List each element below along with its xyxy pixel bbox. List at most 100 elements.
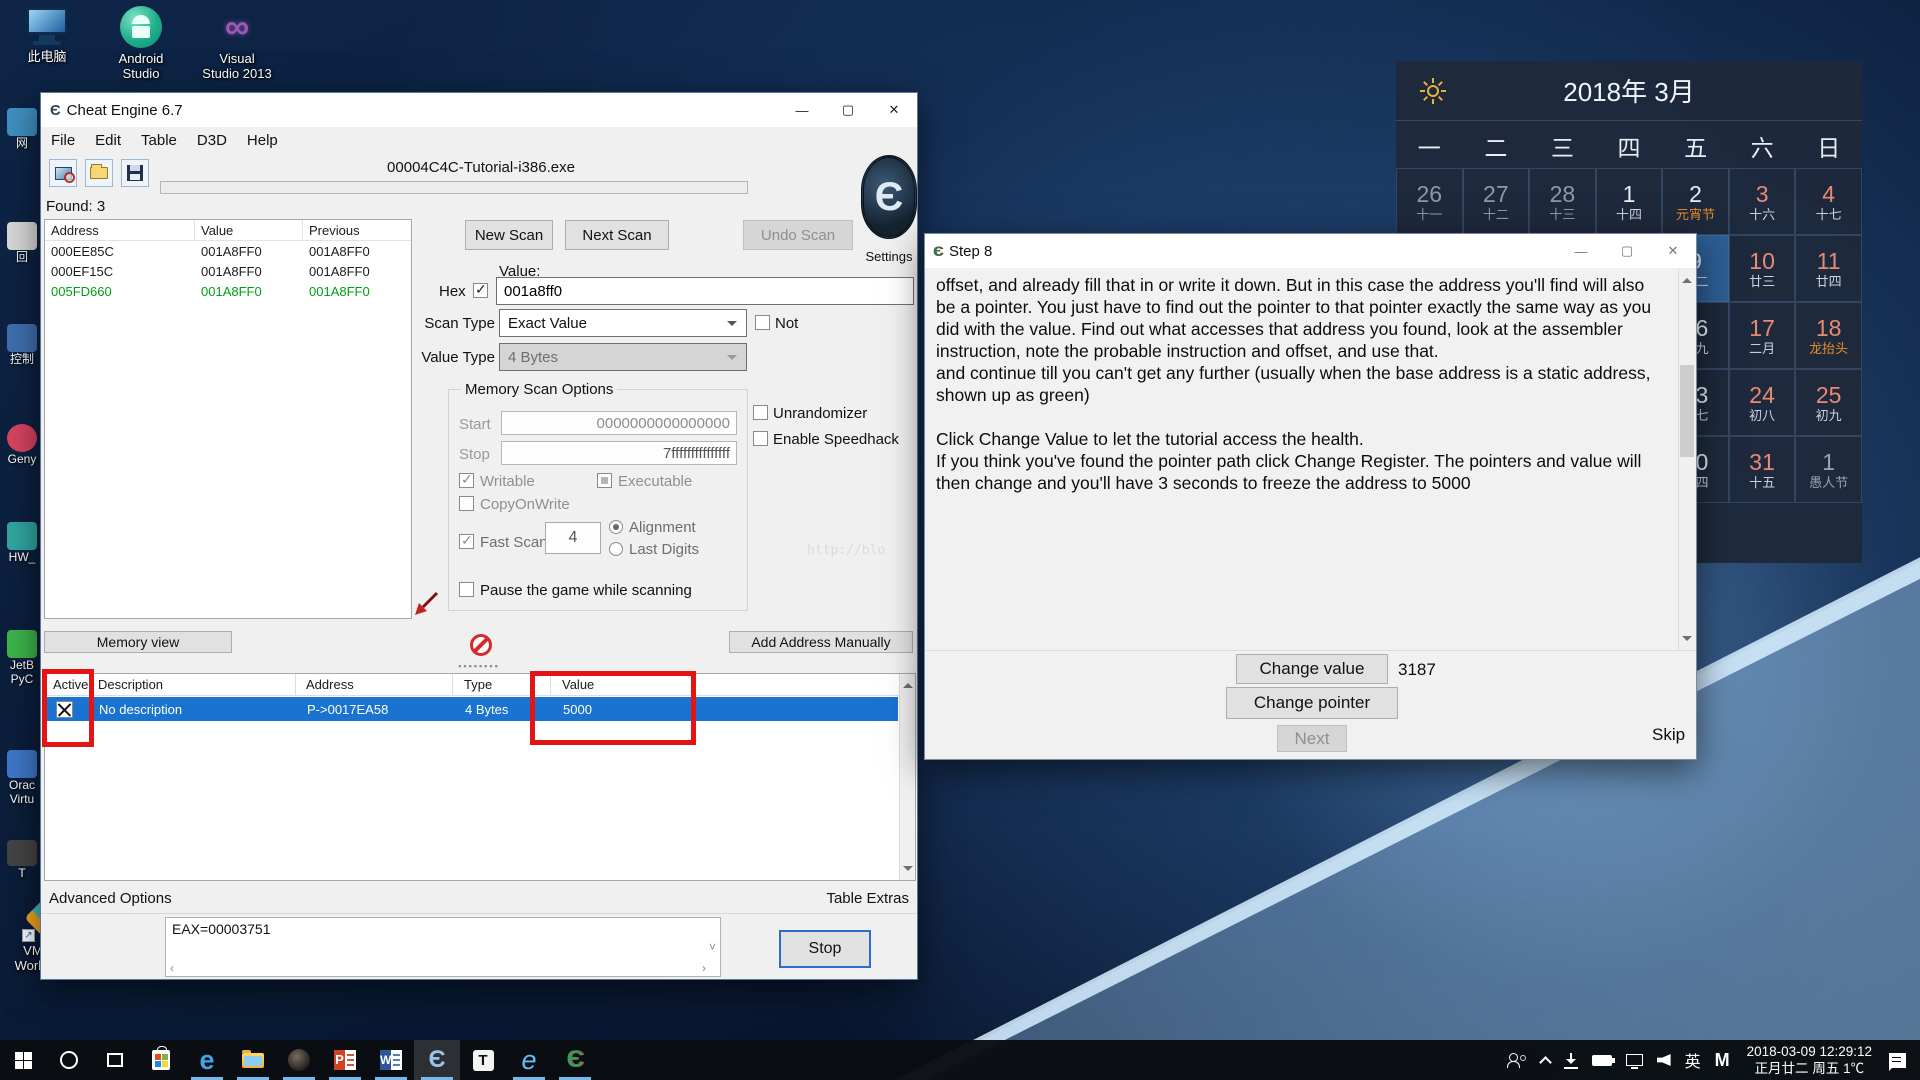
- fast-scan-alignment-input[interactable]: 4: [545, 522, 601, 554]
- scroll-right-icon[interactable]: ›: [702, 961, 706, 975]
- scan-type-dropdown[interactable]: Exact Value: [499, 309, 747, 337]
- maximize-button[interactable]: ▢: [1604, 234, 1650, 268]
- desktop-icon-network[interactable]: 网: [2, 108, 42, 150]
- writable-checkbox[interactable]: [459, 473, 474, 488]
- save-table-button[interactable]: [121, 159, 149, 187]
- taskbar-file-explorer[interactable]: [230, 1040, 276, 1080]
- calendar-cell[interactable]: 3十六: [1729, 168, 1796, 235]
- found-address-list[interactable]: Address Value Previous 000EE85C 001A8FF0…: [44, 219, 412, 619]
- add-address-manually-button[interactable]: Add Address Manually: [729, 631, 913, 653]
- calendar-cell[interactable]: 27十二: [1463, 168, 1530, 235]
- menu-edit[interactable]: Edit: [85, 129, 131, 152]
- cheat-table-scrollbar[interactable]: [899, 674, 915, 880]
- scroll-down-icon[interactable]: ˅: [709, 940, 716, 954]
- found-row[interactable]: 000EF15C 001A8FF0 001A8FF0: [45, 261, 411, 281]
- taskbar-word[interactable]: W: [368, 1040, 414, 1080]
- calendar-cell[interactable]: 2元宵节: [1662, 168, 1729, 235]
- scroll-up-icon[interactable]: [903, 678, 913, 688]
- taskbar-ce-tutorial[interactable]: Є: [552, 1040, 598, 1080]
- calendar-cell[interactable]: 17二月: [1729, 302, 1796, 369]
- value-type-dropdown[interactable]: 4 Bytes: [499, 343, 747, 371]
- not-checkbox[interactable]: [755, 315, 770, 330]
- minimize-button[interactable]: —: [1558, 234, 1604, 268]
- fast-scan-checkbox[interactable]: [459, 534, 474, 549]
- scroll-left-icon[interactable]: ‹: [170, 961, 174, 975]
- scan-stop-input[interactable]: 7fffffffffffffff: [501, 441, 737, 465]
- change-value-button[interactable]: Change value: [1236, 654, 1388, 684]
- desktop-icon-genymotion[interactable]: Geny: [2, 424, 42, 466]
- found-row-static[interactable]: 005FD660 001A8FF0 001A8FF0: [45, 281, 411, 301]
- stop-button[interactable]: Stop: [779, 930, 871, 968]
- desktop-icon-virtualbox[interactable]: Orac Virtu: [2, 750, 42, 806]
- cheat-table[interactable]: Active Description Address Type Value No…: [44, 673, 916, 881]
- calendar-cell[interactable]: 1十四: [1596, 168, 1663, 235]
- speedhack-checkbox[interactable]: [753, 431, 768, 446]
- calendar-month-title[interactable]: 2018年 3月: [1563, 72, 1695, 109]
- menu-help[interactable]: Help: [237, 129, 288, 152]
- calendar-cell[interactable]: 28十三: [1529, 168, 1596, 235]
- taskbar-edge[interactable]: e: [184, 1040, 230, 1080]
- taskbar-typora[interactable]: T: [460, 1040, 506, 1080]
- pause-game-checkbox[interactable]: [459, 582, 474, 597]
- tray-expand-button[interactable]: [1534, 1040, 1557, 1080]
- taskbar-user-app[interactable]: [276, 1040, 322, 1080]
- skip-button[interactable]: Skip: [1652, 725, 1685, 745]
- start-button[interactable]: [0, 1040, 46, 1080]
- menu-d3d[interactable]: D3D: [187, 129, 237, 152]
- calendar-cell[interactable]: 31十五: [1729, 436, 1796, 503]
- select-process-button[interactable]: [49, 159, 77, 187]
- new-scan-button[interactable]: New Scan: [465, 220, 553, 250]
- maximize-button[interactable]: ▢: [825, 93, 871, 127]
- menu-file[interactable]: File: [41, 129, 85, 152]
- executable-checkbox[interactable]: [597, 473, 612, 488]
- next-button[interactable]: Next: [1277, 725, 1347, 752]
- scan-value-input[interactable]: 001a8ff0: [496, 277, 914, 305]
- desktop-icon-android-studio[interactable]: AndroidStudio: [98, 6, 184, 81]
- calendar-cell[interactable]: 10廿三: [1729, 235, 1796, 302]
- open-table-button[interactable]: [85, 159, 113, 187]
- next-scan-button[interactable]: Next Scan: [565, 220, 669, 250]
- scroll-down-icon[interactable]: [1682, 636, 1692, 646]
- cheat-engine-logo[interactable]: Є: [859, 147, 919, 247]
- task-view-button[interactable]: [92, 1040, 138, 1080]
- close-button[interactable]: ✕: [1650, 234, 1696, 268]
- minimize-button[interactable]: —: [779, 93, 825, 127]
- splitter-handle[interactable]: ▪▪▪▪▪▪▪▪: [41, 661, 917, 671]
- calendar-cell[interactable]: 18龙抬头: [1795, 302, 1862, 369]
- people-button[interactable]: [1500, 1040, 1534, 1080]
- settings-link[interactable]: Settings: [859, 249, 919, 264]
- desktop-icon-t[interactable]: T: [2, 840, 42, 880]
- tray-power[interactable]: [1585, 1040, 1619, 1080]
- tray-network[interactable]: [1619, 1040, 1650, 1080]
- scroll-down-icon[interactable]: [903, 866, 913, 876]
- desktop-icon-this-pc[interactable]: 此电脑: [4, 8, 90, 64]
- advanced-options-icon[interactable]: [470, 634, 492, 656]
- action-center-button[interactable]: [1882, 1040, 1920, 1080]
- hex-checkbox[interactable]: [473, 283, 488, 298]
- found-row[interactable]: 000EE85C 001A8FF0 001A8FF0: [45, 241, 411, 261]
- undo-scan-button[interactable]: Undo Scan: [743, 220, 853, 250]
- calendar-cell[interactable]: 24初八: [1729, 369, 1796, 436]
- taskbar-clock[interactable]: 2018-03-09 12:29:12 正月廿二 周五 1℃: [1737, 1043, 1882, 1077]
- desktop-icon-visual-studio[interactable]: ∞ VisualStudio 2013: [194, 6, 280, 81]
- desktop-icon-hw[interactable]: HW_: [2, 522, 42, 564]
- last-digits-radio[interactable]: [609, 542, 623, 556]
- cortana-button[interactable]: [46, 1040, 92, 1080]
- found-list-header[interactable]: Address Value Previous: [45, 220, 411, 241]
- language-indicator[interactable]: 英: [1678, 1040, 1708, 1080]
- calendar-cell[interactable]: 4十七: [1795, 168, 1862, 235]
- scrollbar-thumb[interactable]: [1680, 365, 1694, 457]
- change-pointer-button[interactable]: Change pointer: [1226, 687, 1398, 719]
- tray-volume[interactable]: [1650, 1040, 1678, 1080]
- taskbar-powerpoint[interactable]: P: [322, 1040, 368, 1080]
- calendar-cell[interactable]: 1愚人节: [1795, 436, 1862, 503]
- menu-table[interactable]: Table: [131, 129, 187, 152]
- calendar-cell[interactable]: 26十一: [1396, 168, 1463, 235]
- calendar-cell[interactable]: 25初九: [1795, 369, 1862, 436]
- close-button[interactable]: ✕: [871, 93, 917, 127]
- desktop-icon-control-panel[interactable]: 控制: [2, 324, 42, 366]
- step8-scrollbar[interactable]: [1678, 269, 1695, 650]
- taskbar-internet-explorer[interactable]: e: [506, 1040, 552, 1080]
- alignment-radio[interactable]: [609, 520, 623, 534]
- copyonwrite-checkbox[interactable]: [459, 496, 474, 511]
